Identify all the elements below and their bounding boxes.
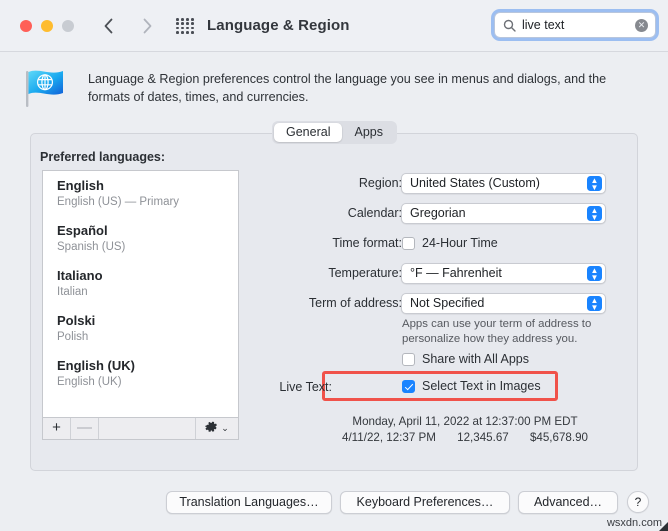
stepper-icon[interactable]: ▲ ▼: [587, 176, 602, 192]
language-detail: Italian: [57, 286, 88, 298]
stepper-icon[interactable]: ▲ ▼: [587, 296, 602, 312]
sample-long-datetime: Monday, April 11, 2022 at 12:37:00 PM ED…: [352, 415, 578, 428]
back-button[interactable]: [98, 14, 120, 38]
search-icon: [503, 19, 516, 32]
term-of-address-help-text: Apps can use your term of address to per…: [402, 318, 592, 345]
language-detail: Polish: [57, 331, 89, 343]
minimize-button[interactable]: [41, 20, 53, 32]
language-options-button[interactable]: ⌄: [196, 418, 238, 439]
share-with-all-apps-checkbox[interactable]: [402, 353, 415, 366]
toolbar-spacer: [99, 418, 196, 439]
grid-apps-icon[interactable]: [176, 18, 195, 34]
term-of-address-value: Not Specified: [410, 296, 485, 310]
language-name: English: [57, 178, 104, 193]
stepper-icon[interactable]: ▲ ▼: [587, 206, 602, 222]
translation-languages-button[interactable]: Translation Languages…: [166, 491, 332, 514]
list-item[interactable]: Español Spanish (US): [43, 216, 238, 261]
calendar-popup[interactable]: Gregorian ▲ ▼: [401, 203, 606, 224]
page-title: Language & Region: [207, 17, 350, 34]
sample-short-date: 4/11/22, 12:37 PM: [342, 431, 436, 444]
language-name: Español: [57, 223, 108, 238]
time-format-label: Time format:: [332, 236, 402, 250]
add-language-button[interactable]: +: [43, 418, 71, 439]
term-of-address-popup[interactable]: Not Specified ▲ ▼: [401, 293, 606, 314]
stepper-icon[interactable]: ▲ ▼: [587, 266, 602, 282]
language-list-toolbar: + — ⌄: [42, 418, 239, 440]
24-hour-time-checkbox[interactable]: [402, 237, 415, 250]
zoom-button[interactable]: [62, 20, 74, 32]
forward-button[interactable]: [136, 14, 158, 38]
select-text-in-images-label: Select Text in Images: [422, 379, 541, 393]
preferred-languages-label: Preferred languages:: [40, 150, 166, 164]
advanced-button[interactable]: Advanced…: [518, 491, 618, 514]
list-item[interactable]: Polski Polish: [43, 306, 238, 351]
term-of-address-label: Term of address:: [308, 296, 402, 310]
remove-language-button[interactable]: —: [71, 418, 99, 439]
sample-number: 12,345.67: [457, 431, 509, 444]
preferences-window: Language & Region ✕: [0, 0, 668, 531]
region-label: Region:: [358, 176, 402, 190]
window-titlebar: Language & Region ✕: [0, 0, 668, 52]
preferences-description: Language & Region preferences control th…: [88, 72, 607, 104]
language-flag-globe-icon: [22, 63, 70, 109]
live-text-label: Live Text:: [279, 380, 332, 394]
chevron-down-icon: ⌄: [221, 423, 229, 433]
search-input[interactable]: [522, 13, 622, 37]
format-samples: Monday, April 11, 2022 at 12:37:00 PM ED…: [300, 414, 630, 446]
language-name: English (UK): [57, 358, 135, 373]
search-field[interactable]: ✕: [494, 12, 656, 38]
temperature-label: Temperature:: [328, 266, 402, 280]
resize-corner-icon: [659, 522, 668, 531]
24-hour-time-label: 24-Hour Time: [422, 236, 498, 250]
share-with-all-apps-label: Share with All Apps: [422, 352, 530, 366]
select-text-in-images-checkbox[interactable]: [402, 380, 415, 393]
watermark-text: wsxdn.com: [606, 517, 662, 529]
keyboard-preferences-button[interactable]: Keyboard Preferences…: [340, 491, 510, 514]
sample-row-2: 4/11/22, 12:37 PM 12,345.67 $45,678.90: [300, 430, 630, 446]
tab-bar: General Apps: [272, 121, 397, 144]
language-detail: English (US) — Primary: [57, 196, 180, 208]
language-name: Italiano: [57, 268, 103, 283]
calendar-label: Calendar:: [347, 206, 402, 220]
region-popup[interactable]: United States (Custom) ▲ ▼: [401, 173, 606, 194]
list-item[interactable]: English English (US) — Primary: [43, 171, 238, 216]
temperature-popup[interactable]: °F — Fahrenheit ▲ ▼: [401, 263, 606, 284]
temperature-value: °F — Fahrenheit: [410, 266, 502, 280]
language-name: Polski: [57, 313, 96, 328]
tab-general[interactable]: General: [274, 123, 343, 142]
close-button[interactable]: [20, 20, 32, 32]
gear-icon: [205, 420, 218, 438]
list-item[interactable]: Italiano Italian: [43, 261, 238, 306]
calendar-value: Gregorian: [410, 206, 466, 220]
clear-search-icon[interactable]: ✕: [635, 19, 648, 32]
help-button[interactable]: ?: [627, 491, 649, 513]
sample-currency: $45,678.90: [529, 431, 588, 444]
region-value: United States (Custom): [410, 176, 540, 190]
tab-apps[interactable]: Apps: [342, 123, 395, 142]
language-detail: Spanish (US): [57, 241, 126, 253]
